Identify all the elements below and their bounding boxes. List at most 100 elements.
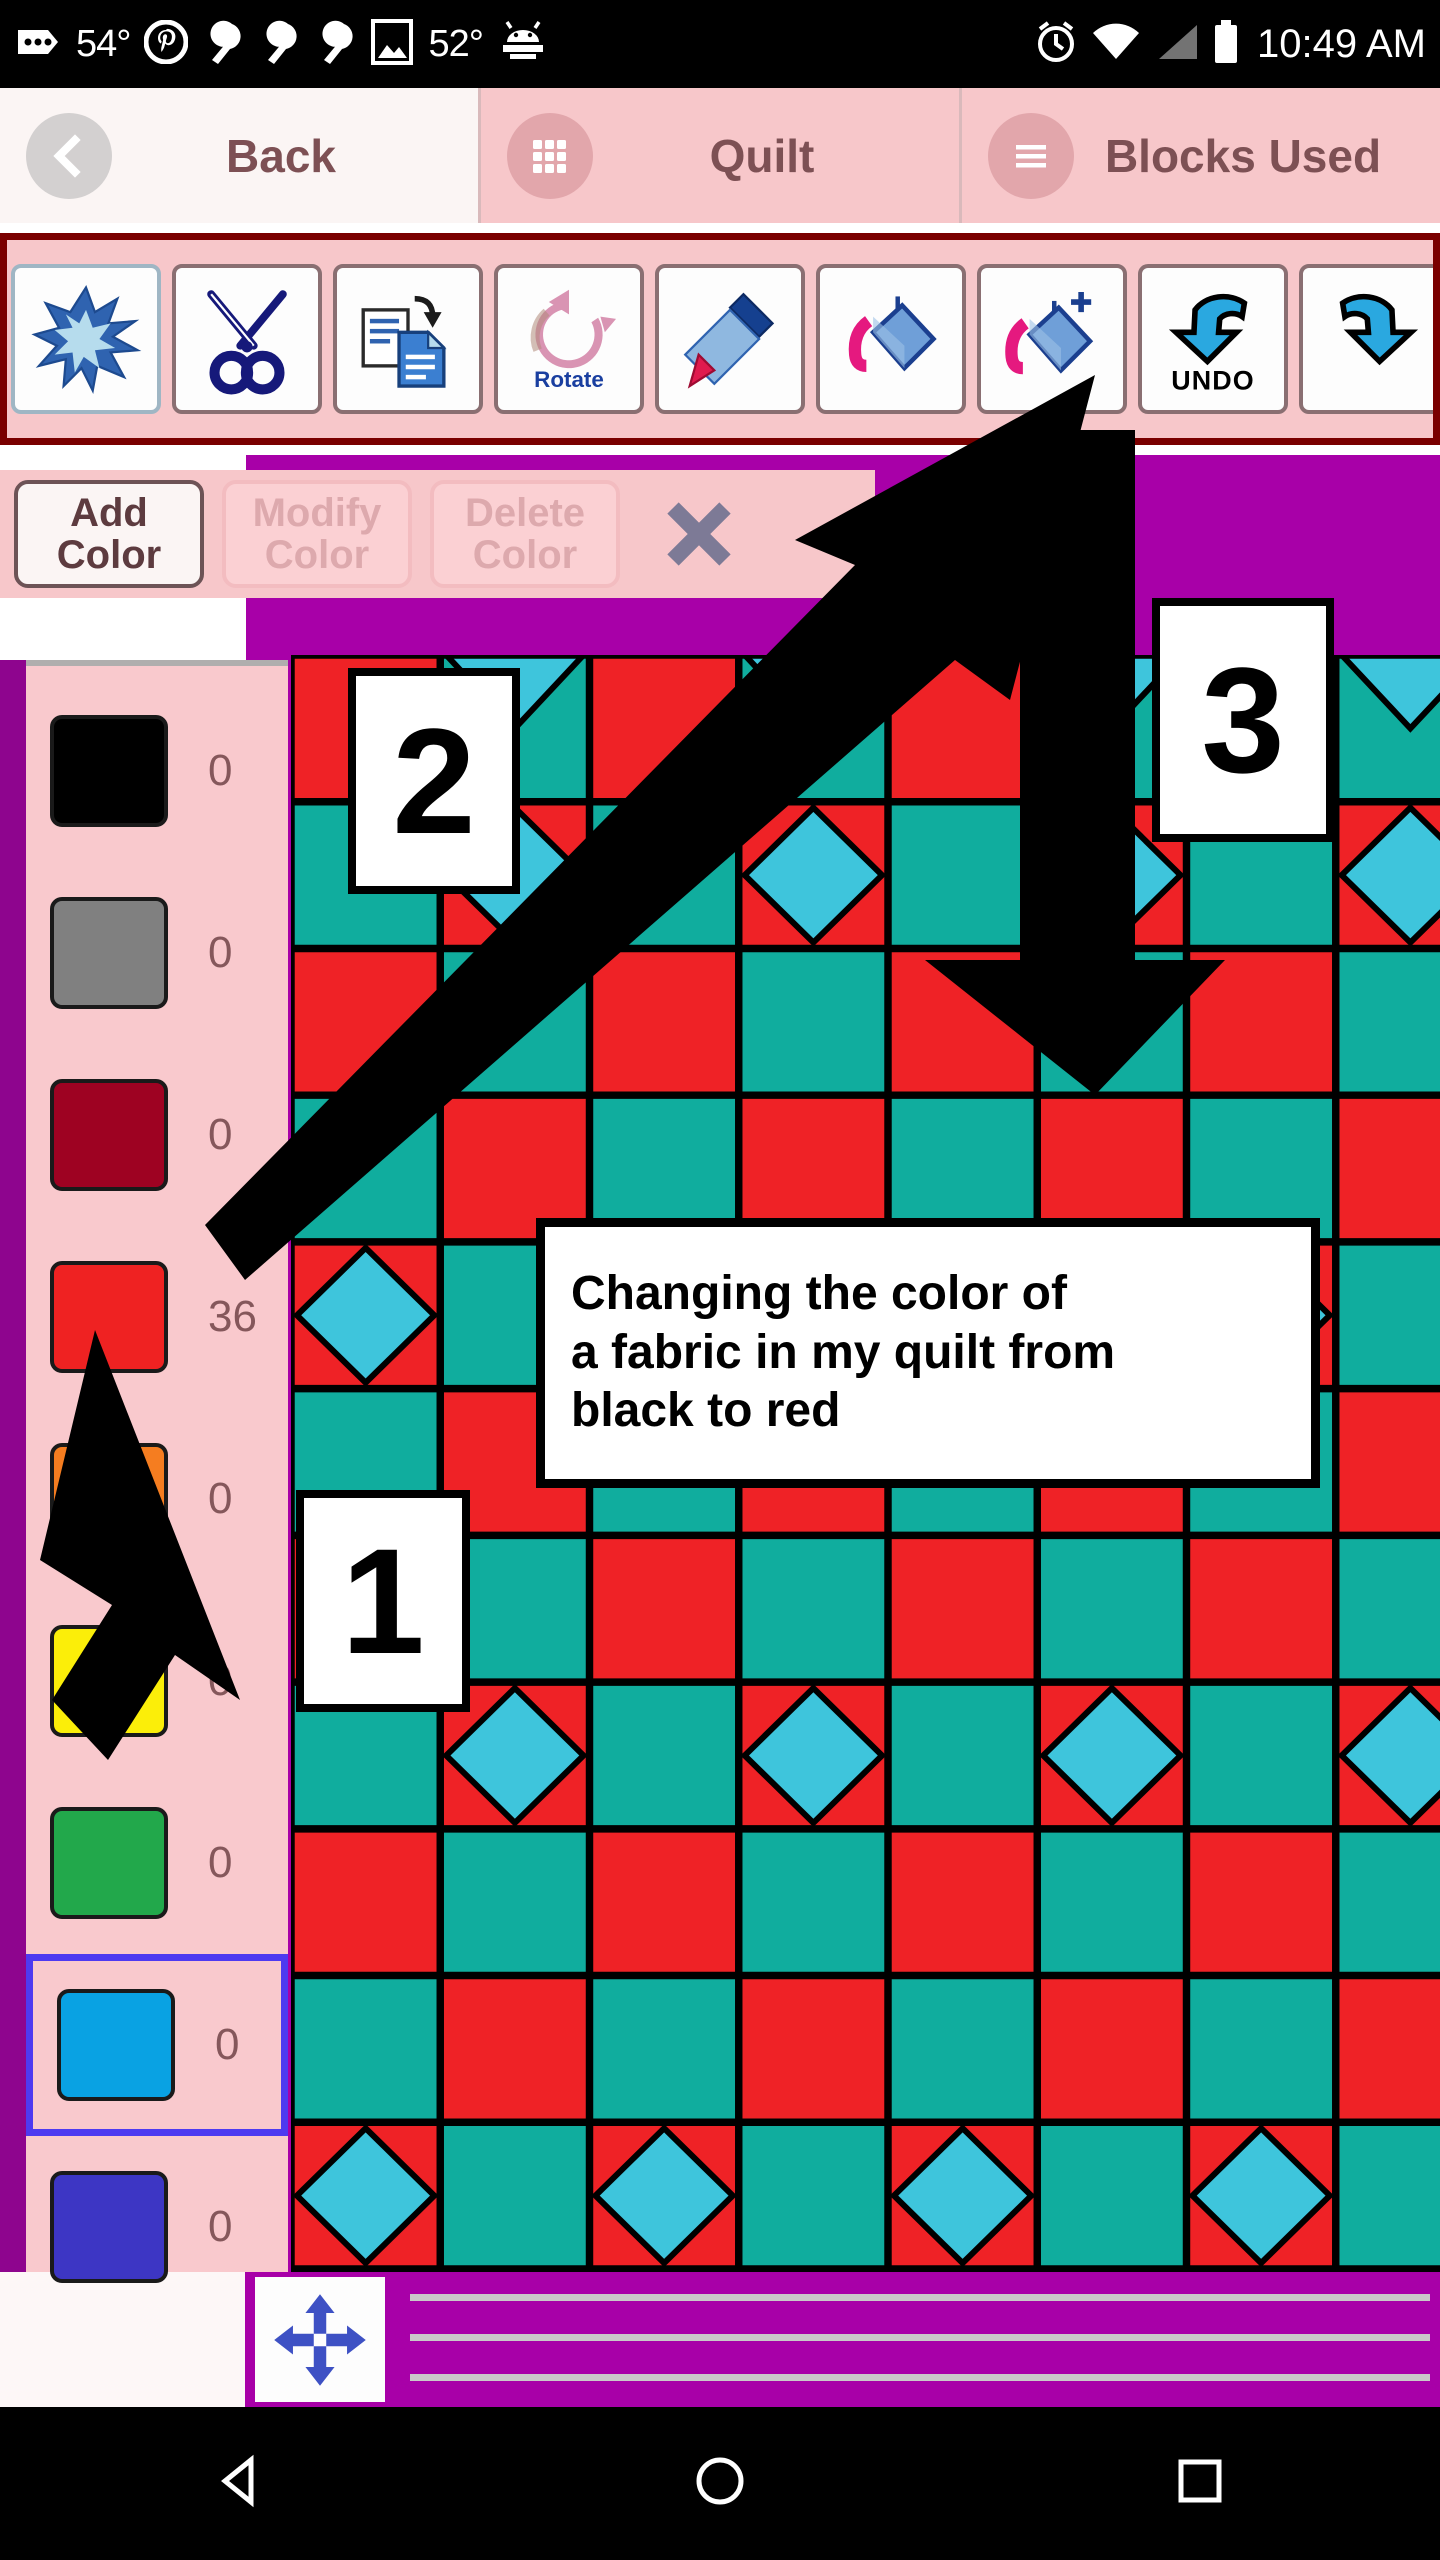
- color-swatch[interactable]: [50, 1079, 168, 1191]
- swatch-row[interactable]: 0: [26, 2136, 288, 2318]
- callout-box: Changing the color of a fabric in my quil…: [536, 1218, 1320, 1488]
- tool-toolbar: Rotate UNDO: [0, 233, 1440, 445]
- delete-color-button[interactable]: Delete Color: [430, 480, 620, 588]
- callout-line1: Changing the color of: [571, 1267, 1067, 1321]
- bottom-ruler-lines: [400, 2272, 1440, 2407]
- status-temp-2: 52°: [428, 22, 483, 65]
- step-badge-2-label: 2: [392, 696, 476, 865]
- undo-arrow-icon: UNDO: [1168, 293, 1255, 395]
- swatch-count: 36: [208, 1292, 257, 1341]
- swatch-row[interactable]: 0: [26, 1772, 288, 1954]
- android-icon: [497, 20, 549, 69]
- add-color-button[interactable]: Add Color: [14, 480, 204, 588]
- modify-color-button[interactable]: Modify Color: [222, 480, 412, 588]
- recents-square-icon: [1178, 2459, 1222, 2503]
- alarm-icon: [1033, 19, 1079, 70]
- callout-line2: a fabric in my quilt from: [571, 1325, 1116, 1379]
- status-temp-1: 54°: [76, 22, 131, 65]
- list-icon: [988, 112, 1074, 199]
- copy-paste-icon: [361, 295, 447, 388]
- swatch-row[interactable]: 36: [26, 1226, 288, 1408]
- swatch-count: 0: [208, 1474, 233, 1523]
- step-badge-3-label: 3: [1201, 635, 1285, 804]
- tab-back-label: Back: [226, 129, 336, 182]
- android-nav-bar: [0, 2407, 1440, 2560]
- color-swatch[interactable]: [50, 2171, 168, 2283]
- tab-blocks-used[interactable]: Blocks Used: [959, 88, 1440, 223]
- redo-button[interactable]: [1299, 264, 1433, 414]
- status-bar: 54° 52° 10:49 AM: [0, 0, 1440, 88]
- tab-back[interactable]: Back: [0, 88, 478, 223]
- tab-quilt-label: Quilt: [709, 129, 815, 182]
- wrench-icon: [258, 20, 300, 69]
- color-swatch[interactable]: [50, 897, 168, 1009]
- swatch-count: 0: [215, 2020, 240, 2069]
- redo-arrow-icon: [1339, 293, 1419, 366]
- tab-quilt[interactable]: Quilt: [478, 88, 959, 223]
- delete-color-line1: Delete: [464, 491, 586, 535]
- nav-home-button[interactable]: [689, 2450, 751, 2517]
- grid-icon: [507, 112, 593, 199]
- close-x-icon[interactable]: [654, 489, 744, 579]
- swatch-row[interactable]: 0: [26, 862, 288, 1044]
- app-screen: 54° 52° 10:49 AM Back Quilt Blocks Used …: [0, 0, 1440, 2560]
- add-color-line1: Add: [70, 491, 148, 535]
- paint-bucket-add-button[interactable]: [977, 264, 1127, 414]
- color-panel-toolbar: Add Color Modify Color Delete Color: [0, 470, 875, 598]
- rail-divider: [26, 660, 288, 680]
- more-horizontal-icon: [14, 22, 62, 67]
- undo-button[interactable]: UNDO: [1138, 264, 1288, 414]
- rotate-button[interactable]: Rotate: [494, 264, 644, 414]
- swatch-row[interactable]: 0: [26, 1408, 288, 1590]
- paint-bucket-icon: [848, 296, 937, 373]
- back-chevron-icon: [26, 112, 112, 199]
- color-swatch[interactable]: [50, 1625, 168, 1737]
- color-swatch[interactable]: [57, 1989, 175, 2101]
- color-swatch[interactable]: [50, 1807, 168, 1919]
- callout-line3: black to red: [571, 1384, 841, 1438]
- status-clock: 10:49 AM: [1256, 21, 1426, 66]
- callout-text: Changing the color of a fabric in my quil…: [571, 1265, 1115, 1441]
- color-swatch-rail[interactable]: 0 0 0 36 0 0 0 0 0: [0, 660, 288, 2283]
- rotate-icon: Rotate: [530, 289, 617, 392]
- svg-text:UNDO: UNDO: [1171, 365, 1255, 395]
- modify-color-line1: Modify: [252, 491, 382, 535]
- eyedropper-button[interactable]: [655, 264, 805, 414]
- cut-button[interactable]: [172, 264, 322, 414]
- tab-blocks-used-label: Blocks Used: [1104, 129, 1382, 182]
- modify-color-line2: Color: [264, 533, 370, 577]
- swatch-list: 0 0 0 36 0 0 0 0 0: [26, 680, 288, 2318]
- swatch-row[interactable]: 0: [26, 1954, 288, 2136]
- color-swatch[interactable]: [50, 1443, 168, 1555]
- swatch-count: 0: [208, 1838, 233, 1887]
- step-badge-3: 3: [1152, 598, 1334, 842]
- nav-back-button[interactable]: [209, 2450, 271, 2517]
- wrench-icon: [314, 20, 356, 69]
- swatch-count: 0: [208, 1656, 233, 1705]
- color-swatch[interactable]: [50, 1261, 168, 1373]
- color-swatch[interactable]: [50, 715, 168, 827]
- step-badge-2: 2: [348, 668, 520, 894]
- scissors-icon: [207, 290, 287, 395]
- delete-color-line2: Color: [472, 533, 578, 577]
- starburst-icon: [31, 284, 142, 395]
- image-icon: [370, 18, 414, 71]
- swatch-row[interactable]: 0: [26, 680, 288, 862]
- paint-bucket-plus-icon: [1005, 291, 1094, 375]
- signal-icon: [1153, 21, 1201, 68]
- paint-bucket-button[interactable]: [816, 264, 966, 414]
- new-block-button[interactable]: [11, 264, 161, 414]
- battery-icon: [1213, 19, 1239, 70]
- top-tab-bar: Back Quilt Blocks Used: [0, 88, 1440, 223]
- nav-recents-button[interactable]: [1169, 2450, 1231, 2517]
- swatch-row[interactable]: 0: [26, 1590, 288, 1772]
- swatch-count: 0: [208, 928, 233, 977]
- eyedropper-icon: [683, 292, 775, 389]
- swatch-row[interactable]: 0: [26, 1044, 288, 1226]
- copy-button[interactable]: [333, 264, 483, 414]
- home-circle-icon: [696, 2457, 744, 2505]
- pinterest-icon: [143, 19, 189, 69]
- step-badge-1-label: 1: [341, 1516, 425, 1685]
- wrench-icon: [202, 20, 244, 69]
- wifi-icon: [1091, 21, 1141, 68]
